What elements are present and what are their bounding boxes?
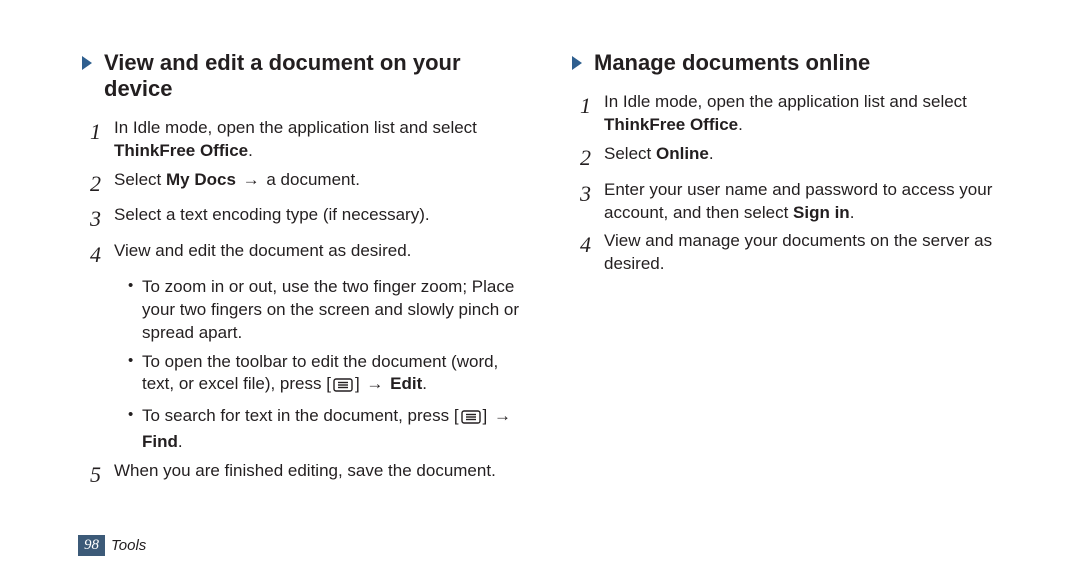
step-5: 5 When you are finished editing, save th… [90,460,530,490]
step-1: 1 In Idle mode, open the application lis… [90,117,530,163]
text [236,170,241,189]
bullet-item: • To zoom in or out, use the two finger … [128,276,530,345]
step-2: 2 Select My Docs → a document. [90,169,530,199]
heading-text: Manage documents online [594,50,870,76]
page-footer: 98 Tools [78,535,146,556]
text: a document. [262,170,360,189]
step-text: Select a text encoding type (if necessar… [114,204,430,227]
bullet-icon: • [128,405,142,425]
section-heading: View and edit a document on your device [80,50,530,103]
step-text: View and manage your documents on the se… [604,230,1020,276]
bold-text: Edit [385,374,422,393]
text: Select [114,170,166,189]
text: To open the toolbar to edit the document… [142,352,498,394]
section-heading: Manage documents online [570,50,1020,77]
step-text: In Idle mode, open the application list … [604,91,1020,137]
step-number: 3 [580,179,604,209]
step-2: 2 Select Online. [580,143,1020,173]
arrow-icon: → [241,170,262,189]
text: . [738,115,743,134]
bullet-text: To open the toolbar to edit the document… [142,351,530,400]
step-text: View and edit the document as desired. [114,240,411,263]
step-number: 2 [90,169,114,199]
bold-text: ThinkFree Office [114,141,248,160]
bold-text: ThinkFree Office [604,115,738,134]
step-number: 3 [90,204,114,234]
step-4: 4 View and edit the document as desired. [90,240,530,270]
menu-icon [461,408,481,431]
text: In Idle mode, open the application list … [114,118,477,137]
step-number: 1 [90,117,114,147]
text: ] [483,406,492,425]
step-3: 3 Select a text encoding type (if necess… [90,204,530,234]
text: . [850,203,855,222]
step-text: Enter your user name and password to acc… [604,179,1020,225]
step-number: 5 [90,460,114,490]
step-number: 2 [580,143,604,173]
bold-text: Find [142,432,178,451]
arrow-icon: → [364,374,385,393]
step-number: 4 [580,230,604,260]
bullet-text: To zoom in or out, use the two finger zo… [142,276,530,345]
bullet-item: • To open the toolbar to edit the docume… [128,351,530,400]
step-number: 1 [580,91,604,121]
text: Select [604,144,656,163]
step-1: 1 In Idle mode, open the application lis… [580,91,1020,137]
step-4: 4 View and manage your documents on the … [580,230,1020,276]
heading-text: View and edit a document on your device [104,50,530,103]
left-column: View and edit a document on your device … [80,50,530,496]
step-number: 4 [90,240,114,270]
step-text: Select Online. [604,143,714,166]
text: . [248,141,253,160]
text: ] [355,374,364,393]
step-text: When you are finished editing, save the … [114,460,496,483]
step-text: In Idle mode, open the application list … [114,117,530,163]
bold-text: My Docs [166,170,236,189]
page-number: 98 [78,535,105,556]
right-column: Manage documents online 1 In Idle mode, … [570,50,1020,496]
step-text: Select My Docs → a document. [114,169,360,192]
bullet-text: To search for text in the document, pres… [142,405,530,454]
bullet-item: • To search for text in the document, pr… [128,405,530,454]
arrow-icon: → [492,406,513,425]
bullet-icon: • [128,276,142,296]
text: . [709,144,714,163]
section-label: Tools [111,537,146,554]
text: In Idle mode, open the application list … [604,92,967,111]
text: . [178,432,183,451]
bullet-icon: • [128,351,142,371]
chevron-right-icon [80,54,96,77]
page-content: View and edit a document on your device … [0,0,1080,496]
bold-text: Sign in [793,203,850,222]
step-3: 3 Enter your user name and password to a… [580,179,1020,225]
bold-text: Online [656,144,709,163]
text: To search for text in the document, pres… [142,406,459,425]
chevron-right-icon [570,54,586,77]
menu-icon [333,376,353,399]
bullet-list: • To zoom in or out, use the two finger … [128,276,530,455]
text: . [422,374,427,393]
